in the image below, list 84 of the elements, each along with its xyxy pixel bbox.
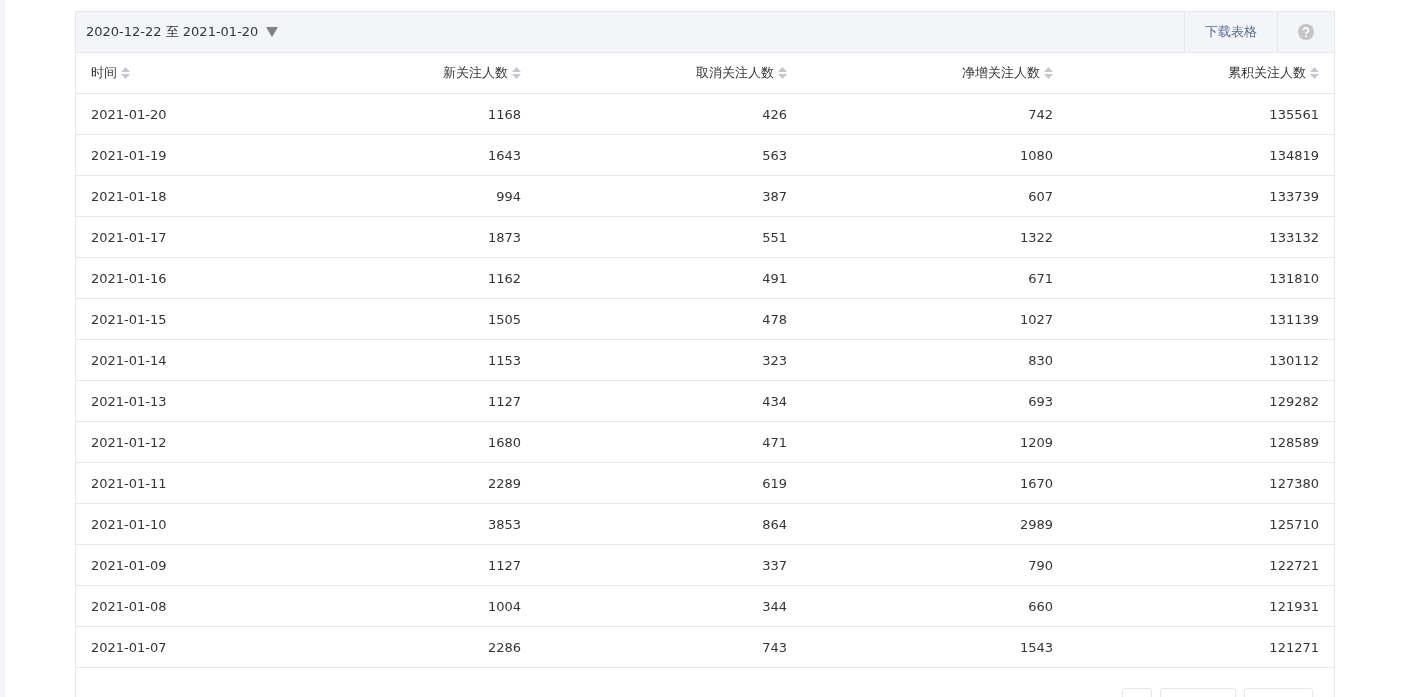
- table-cell-text: 1680: [486, 434, 522, 450]
- table-cell-text: 2021-01-07: [90, 639, 168, 655]
- table-cell-text: 131810: [1268, 270, 1320, 286]
- table-cell-text: 2021-01-11: [90, 475, 168, 491]
- dropdown-triangle-icon: [266, 27, 279, 37]
- column-header[interactable]: 时间: [91, 64, 130, 82]
- table-cell-text: 1322: [1018, 229, 1054, 245]
- table-cell-text: 2289: [486, 475, 522, 491]
- column-header[interactable]: 净增关注人数: [962, 64, 1053, 82]
- table-cell-text: 1153: [486, 352, 522, 368]
- table-cell-text: 790: [1027, 557, 1054, 573]
- table-cell-text: 471: [761, 434, 788, 450]
- table-cell-text: 1543: [1018, 639, 1054, 655]
- table-cell-text: 2021-01-15: [90, 311, 168, 327]
- sort-icon: [121, 67, 130, 79]
- sort-icon: [1044, 67, 1053, 79]
- table-cell-text: 2021-01-10: [90, 516, 168, 532]
- table-cell-text: 742: [1027, 106, 1054, 122]
- table-cell-text: 125710: [1268, 516, 1320, 532]
- table-cell-text: 994: [495, 188, 522, 204]
- table-cell-text: 478: [761, 311, 788, 327]
- table-cell-text: 551: [761, 229, 788, 245]
- table-cell-text: 344: [761, 598, 788, 614]
- table-cell-text: 1873: [486, 229, 522, 245]
- table-cell-text: 1162: [486, 270, 522, 286]
- table-cell-text: 1670: [1018, 475, 1054, 491]
- table-cell-text: 2021-01-08: [90, 598, 168, 614]
- table-cell-text: 1080: [1018, 147, 1054, 163]
- table-cell-text: 2021-01-13: [90, 393, 168, 409]
- column-header[interactable]: 取消关注人数: [696, 64, 787, 82]
- table-cell-text: 2286: [486, 639, 522, 655]
- sort-icon: [512, 67, 521, 79]
- table-cell-text: 133739: [1268, 188, 1320, 204]
- table-cell-text: 323: [761, 352, 788, 368]
- table-cell-text: 743: [761, 639, 788, 655]
- table-cell-text: 3853: [486, 516, 522, 532]
- sort-icon: [778, 67, 787, 79]
- table-cell-text: 619: [761, 475, 788, 491]
- table-cell-text: 607: [1027, 188, 1054, 204]
- table-cell-text: 2989: [1018, 516, 1054, 532]
- table-cell-text: 2021-01-19: [90, 147, 168, 163]
- table-cell-text: 660: [1027, 598, 1054, 614]
- table-cell-text: 830: [1027, 352, 1054, 368]
- table-cell-text: 491: [761, 270, 788, 286]
- table-cell-text: 1505: [486, 311, 522, 327]
- table-cell-text: 128589: [1268, 434, 1320, 450]
- table-cell-text: 693: [1027, 393, 1054, 409]
- sort-icon: [1310, 67, 1319, 79]
- table-cell-text: 1168: [486, 106, 522, 122]
- table-cell-text: 1127: [486, 557, 522, 573]
- table-cell-text: 1209: [1018, 434, 1054, 450]
- help-icon: [1298, 24, 1314, 40]
- table-cell-text: 134819: [1268, 147, 1320, 163]
- table-cell-text: 1004: [486, 598, 522, 614]
- table-cell-text: 2021-01-18: [90, 188, 168, 204]
- column-header[interactable]: 累积关注人数: [1228, 64, 1319, 82]
- table-cell-text: 1027: [1018, 311, 1054, 327]
- table-cell-text: 864: [761, 516, 788, 532]
- date-range-dropdown[interactable]: 2020-12-22 至 2021-01-20: [76, 12, 1184, 52]
- table-cell-text: 1127: [486, 393, 522, 409]
- table-cell-text: 135561: [1268, 106, 1320, 122]
- table-cell-text: 2021-01-12: [90, 434, 168, 450]
- table-cell-text: 127380: [1268, 475, 1320, 491]
- table-cell-text: 426: [761, 106, 788, 122]
- table-cell-text: 2021-01-14: [90, 352, 168, 368]
- table-cell-text: 122721: [1268, 557, 1320, 573]
- table-cell-text: 2021-01-20: [90, 106, 168, 122]
- table-cell-text: 131139: [1268, 311, 1320, 327]
- table-cell-text: 2021-01-16: [90, 270, 168, 286]
- download-table-button[interactable]: 下载表格: [1184, 12, 1277, 52]
- table-cell-text: 563: [761, 147, 788, 163]
- table-cell-text: 337: [761, 557, 788, 573]
- table-cell-text: 129282: [1268, 393, 1320, 409]
- table-cell-text: 133132: [1268, 229, 1320, 245]
- table-cell-text: 2021-01-09: [90, 557, 168, 573]
- table-cell-text: 387: [761, 188, 788, 204]
- table-cell-text: 121931: [1268, 598, 1320, 614]
- table-cell-text: 2021-01-17: [90, 229, 168, 245]
- column-header[interactable]: 新关注人数: [443, 64, 521, 82]
- table-cell-text: 1643: [486, 147, 522, 163]
- table-cell-text: 121271: [1268, 639, 1320, 655]
- table-cell-text: 434: [761, 393, 788, 409]
- table-cell-text: 130112: [1268, 352, 1320, 368]
- table-cell-text: 671: [1027, 270, 1054, 286]
